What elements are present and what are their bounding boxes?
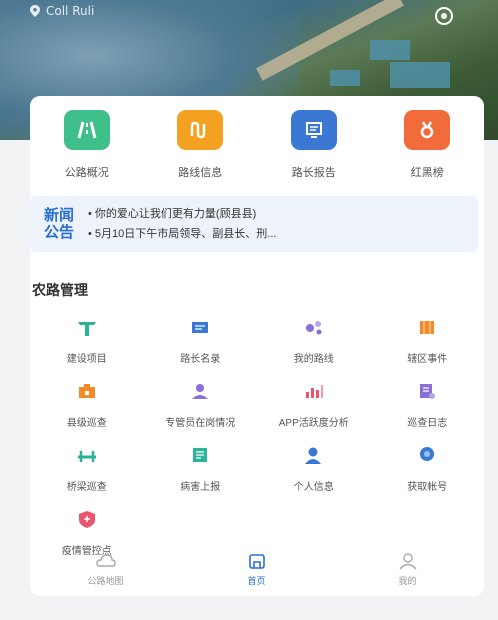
grid-item-label: 辖区事件 [407,354,448,365]
grid-item-label: 病害上报 [180,482,221,493]
location-indicator[interactable]: Coll Ruli [30,4,94,18]
profile-icon [302,444,326,466]
damage-report-icon [188,444,212,466]
news-announcement[interactable]: 新闻 公告 • 你的爱心让我们更有力量(顾县县) • 5月10日下午市局领导、副… [30,196,478,252]
staff-icon [188,380,212,402]
quick-action-label: 路长报告 [291,167,336,179]
home-tab-icon [248,554,265,569]
quick-action-road-report[interactable]: 路长报告 [257,110,371,180]
grid-item-construction[interactable]: 建设项目 [30,316,144,380]
hero-building [370,40,410,60]
hero-building [330,70,360,86]
quick-action-label: 公路概况 [64,167,109,179]
quick-action-label: 红黑榜 [410,167,444,179]
news-list: • 你的爱心让我们更有力量(顾县县) • 5月10日下午市局领导、副县长、刑..… [88,204,276,244]
location-pin-icon [30,5,40,17]
grid-item-label: 路长名录 [180,354,221,365]
report-icon [290,110,337,150]
event-icon [415,316,439,338]
grid-item-label: 个人信息 [293,482,334,493]
grid-item-label: 巡查日志 [407,418,448,429]
grid-item-label: 获取帐号 [407,482,448,493]
tab-label: 公路地图 [87,576,124,586]
construction-icon [75,316,99,338]
grid-row: 县级巡查 专管员在岗情况 APP活跃度分析 巡查日志 [30,380,484,444]
news-tag-line: 新闻 [43,206,74,224]
bottom-tabbar: 公路地图 首页 我的 [30,552,484,596]
grid-item-label: 我的路线 [293,354,334,365]
main-card: 公路概况 路线信息 路长报告 红黑榜 新闻 公告 • 你的爱心让我们更有力量(顾… [30,96,484,596]
news-item[interactable]: • 5月10日下午市局领导、副县长、刑... [88,224,276,244]
grid-row: 建设项目 路长名录 我的路线 辖区事件 [30,316,484,380]
quick-action-ranking[interactable]: 红黑榜 [371,110,485,180]
tab-map[interactable]: 公路地图 [30,552,181,596]
quick-action-road-overview[interactable]: 公路概况 [30,110,144,180]
tab-label: 首页 [247,576,266,586]
grid-item-my-route[interactable]: 我的路线 [257,316,371,380]
tab-home[interactable]: 首页 [181,552,332,596]
hero-building [390,62,450,88]
news-tag-line: 公告 [43,223,74,241]
grid-item-damage-report[interactable]: 病害上报 [144,444,258,508]
grid-item-label: APP活跃度分析 [278,418,349,429]
grid-item-label: 建设项目 [66,354,107,365]
location-text: Coll Ruli [46,4,95,18]
grid-item-app-activity[interactable]: APP活跃度分析 [257,380,371,444]
grid-item-event[interactable]: 辖区事件 [371,316,485,380]
feature-grid: 建设项目 路长名录 我的路线 辖区事件 县级巡查 专管员在岗情况 APP活跃度分… [30,316,484,572]
section-title: 农路管理 [32,282,88,298]
grid-item-county-patrol[interactable]: 县级巡查 [30,380,144,444]
patrol-icon [75,380,99,402]
grid-item-staff-status[interactable]: 专管员在岗情况 [144,380,258,444]
news-item[interactable]: • 你的爱心让我们更有力量(顾县县) [88,204,276,224]
checkpoint-icon [75,508,99,530]
tab-mine[interactable]: 我的 [332,552,483,596]
account-icon [415,444,439,466]
grid-item-profile[interactable]: 个人信息 [257,444,371,508]
ranking-icon [404,110,451,150]
route-icon [177,110,224,150]
map-tab-icon [95,554,116,567]
quick-action-route-info[interactable]: 路线信息 [144,110,258,180]
quick-action-label: 路线信息 [178,167,223,179]
user-tab-icon [398,553,417,570]
grid-item-label: 桥梁巡查 [66,482,107,493]
grid-item-label: 县级巡查 [66,418,107,429]
grid-item-directory[interactable]: 路长名录 [144,316,258,380]
grid-item-label: 专管员在岗情况 [165,418,236,429]
directory-icon [188,316,212,338]
bridge-icon [75,444,99,466]
grid-item-patrol-log[interactable]: 巡查日志 [371,380,485,444]
grid-row: 桥梁巡查 病害上报 个人信息 获取帐号 [30,444,484,508]
analytics-icon [302,380,326,402]
my-route-icon [302,316,326,338]
grid-item-get-account[interactable]: 获取帐号 [371,444,485,508]
road-icon [63,110,110,150]
settings-icon[interactable] [434,6,454,26]
log-icon [415,380,439,402]
news-tag: 新闻 公告 [30,207,88,241]
tab-label: 我的 [398,576,417,586]
grid-item-bridge-patrol[interactable]: 桥梁巡查 [30,444,144,508]
quick-actions: 公路概况 路线信息 路长报告 红黑榜 [30,110,484,180]
